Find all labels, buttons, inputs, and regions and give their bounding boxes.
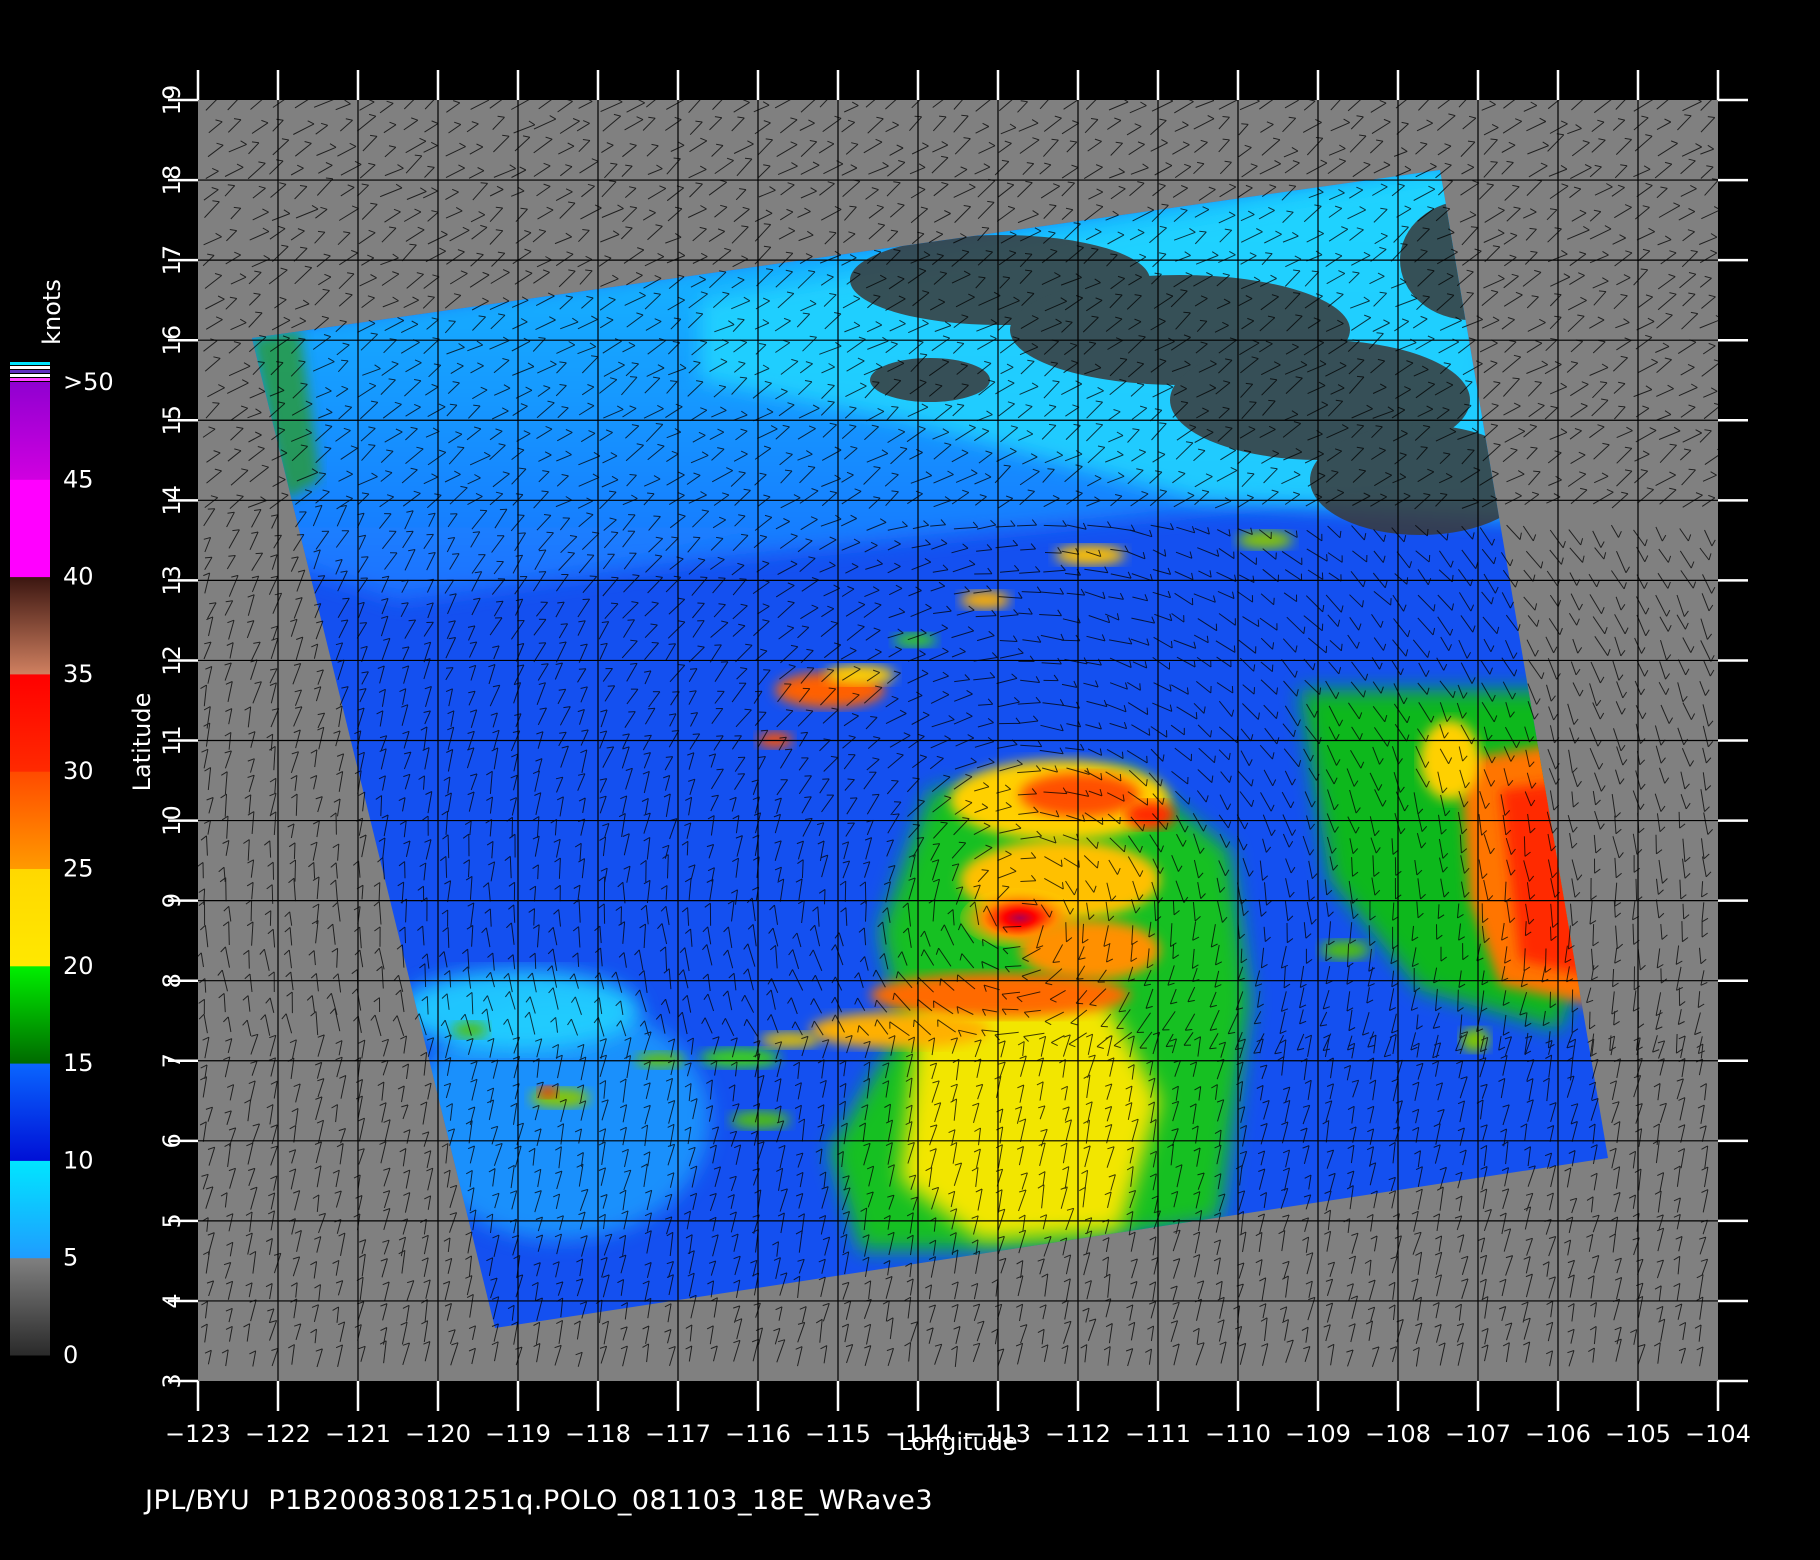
colorbar-segment (10, 1257, 50, 1356)
lat-tick-label: 18 (158, 165, 186, 196)
colorbar-unit: knots (38, 279, 66, 345)
lon-tick-label: −109 (1285, 1420, 1351, 1448)
colorbar-cap (10, 362, 50, 365)
colorbar-segment (10, 965, 50, 1064)
lat-tick-label: 14 (158, 485, 186, 516)
colorbar-segment (10, 868, 50, 967)
colorbar-cap (10, 374, 50, 377)
colorbar-segment (10, 673, 50, 772)
colorbar-label: 25 (63, 855, 94, 883)
lat-tick-label: 9 (158, 893, 186, 908)
lon-tick-label: −118 (565, 1420, 631, 1448)
lat-tick-label: 7 (158, 1053, 186, 1068)
lat-tick-label: 12 (158, 645, 186, 676)
lat-tick-label: 4 (158, 1293, 186, 1308)
colorbar-label: 20 (63, 952, 94, 980)
lon-tick-label: −119 (485, 1420, 551, 1448)
lon-tick-label: −112 (1045, 1420, 1111, 1448)
source-footer: JPL/BYU P1B20083081251q.POLO_081103_18E_… (145, 1485, 934, 1516)
lon-tick-label: −121 (325, 1420, 391, 1448)
lat-tick-label: 19 (158, 85, 186, 116)
lat-tick-label: 15 (158, 405, 186, 436)
lon-tick-label: −116 (725, 1420, 791, 1448)
lon-tick-label: −120 (405, 1420, 471, 1448)
colorbar-segment (10, 576, 50, 675)
x-axis-title: Longitude (898, 1428, 1017, 1456)
lon-tick-label: −111 (1125, 1420, 1191, 1448)
colorbar-cap (10, 378, 50, 381)
lat-tick-label: 8 (158, 973, 186, 988)
lon-tick-label: −117 (645, 1420, 711, 1448)
colorbar-label: 40 (63, 563, 94, 591)
colorbar-label: 0 (63, 1341, 78, 1369)
colorbar-segment (10, 1160, 50, 1259)
lon-tick-label: −107 (1445, 1420, 1511, 1448)
colorbar: 0 5 10 15 20 25 30 35 40 45 >50 knots (10, 279, 114, 1369)
wind-map: −123 −122 −121 −120 −119 −118 −117 −116 −115 −114… (10, 70, 1751, 1456)
lat-tick-label: 16 (158, 325, 186, 356)
lat-tick-label: 5 (158, 1213, 186, 1228)
colorbar-label: >50 (63, 368, 114, 396)
colorbar-segment (10, 382, 50, 480)
colorbar-label: 45 (63, 465, 94, 493)
y-axis-title: Latitude (128, 693, 156, 792)
colorbar-label: 5 (63, 1244, 78, 1272)
lon-tick-label: −105 (1605, 1420, 1671, 1448)
colorbar-label: 35 (63, 660, 94, 688)
lat-tick-label: 6 (158, 1133, 186, 1148)
lat-tick-label: 11 (158, 725, 186, 756)
colorbar-segment (10, 771, 50, 869)
colorbar-cap (10, 366, 50, 369)
lon-tick-label: −108 (1365, 1420, 1431, 1448)
colorbar-cap (10, 370, 50, 373)
lat-tick-label: 13 (158, 565, 186, 596)
lon-tick-label: −110 (1205, 1420, 1271, 1448)
lon-tick-label: −104 (1685, 1420, 1751, 1448)
lon-tick-label: −122 (245, 1420, 311, 1448)
lon-tick-label: −115 (805, 1420, 871, 1448)
colorbar-label: 15 (63, 1049, 94, 1077)
colorbar-segment (10, 479, 50, 578)
lat-tick-label: 17 (158, 245, 186, 276)
lon-tick-label: −106 (1525, 1420, 1591, 1448)
colorbar-label: 30 (63, 757, 94, 785)
lat-tick-label: 3 (158, 1373, 186, 1388)
colorbar-label: 10 (63, 1146, 94, 1174)
lon-tick-label: −123 (165, 1420, 231, 1448)
colorbar-segment (10, 1063, 50, 1161)
lat-tick-label: 10 (158, 805, 186, 836)
